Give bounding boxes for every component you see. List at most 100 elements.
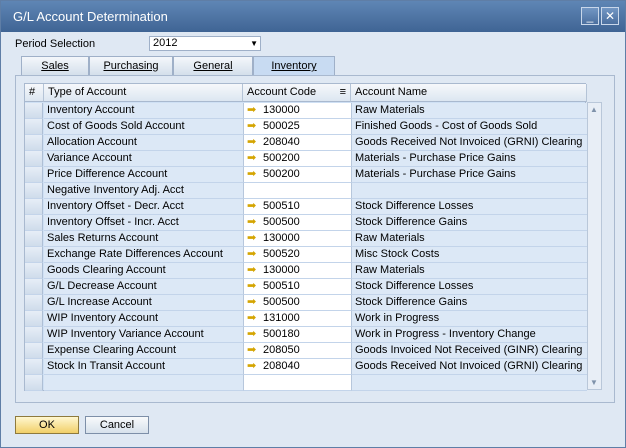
- tab-general[interactable]: General: [173, 56, 253, 75]
- row-number-cell[interactable]: [25, 215, 43, 231]
- type-of-account-cell: G/L Increase Account: [44, 295, 243, 311]
- table-row[interactable]: Exchange Rate Differences Account ➡ 500520…: [25, 247, 587, 263]
- close-icon[interactable]: ✕: [601, 7, 619, 25]
- account-code-cell[interactable]: ➡ 208040: [243, 135, 351, 151]
- account-code-value: 208050: [263, 344, 300, 356]
- column-header-number[interactable]: #: [25, 84, 44, 102]
- link-arrow-icon[interactable]: ➡: [247, 215, 261, 230]
- account-code-value: 500180: [263, 328, 300, 340]
- account-code-cell[interactable]: [243, 375, 351, 391]
- account-code-cell[interactable]: ➡ 130000: [243, 103, 351, 119]
- cancel-button[interactable]: Cancel: [85, 416, 149, 434]
- link-arrow-icon[interactable]: ➡: [247, 119, 261, 134]
- row-number-cell[interactable]: [25, 311, 43, 327]
- table-row[interactable]: Price Difference Account ➡ 500200 Materials…: [25, 167, 587, 183]
- type-of-account-cell: [44, 375, 243, 391]
- scroll-up-icon[interactable]: ▲: [590, 105, 598, 114]
- table-row[interactable]: G/L Decrease Account ➡ 500510 Stock Differe…: [25, 279, 587, 295]
- ok-button[interactable]: OK: [15, 416, 79, 434]
- account-code-cell[interactable]: ➡ 500510: [243, 199, 351, 215]
- account-name-cell: Raw Materials: [351, 263, 587, 279]
- row-number-cell[interactable]: [25, 263, 43, 279]
- link-arrow-icon[interactable]: ➡: [247, 279, 261, 294]
- vertical-scrollbar[interactable]: ▲ ▼: [587, 102, 602, 390]
- tab-sales[interactable]: Sales: [21, 56, 89, 75]
- row-number-cell[interactable]: [25, 135, 43, 151]
- chevron-down-icon: ▼: [250, 39, 258, 48]
- link-arrow-icon[interactable]: ➡: [247, 135, 261, 150]
- link-arrow-icon[interactable]: ➡: [247, 199, 261, 214]
- account-code-cell[interactable]: ➡ 208040: [243, 359, 351, 375]
- account-code-cell[interactable]: ➡ 500025: [243, 119, 351, 135]
- table-row[interactable]: Inventory Offset - Decr. Acct ➡ 500510 Stoc…: [25, 199, 587, 215]
- row-number-cell[interactable]: [25, 231, 43, 247]
- table-row[interactable]: Allocation Account ➡ 208040 Goods Received …: [25, 135, 587, 151]
- scroll-down-icon[interactable]: ▼: [590, 378, 598, 387]
- table-row[interactable]: WIP Inventory Account ➡ 131000 Work in Prog…: [25, 311, 587, 327]
- row-number-cell[interactable]: [25, 375, 43, 391]
- row-number-cell[interactable]: [25, 199, 43, 215]
- period-selection-dropdown[interactable]: 2012 ▼: [149, 36, 261, 51]
- link-arrow-icon[interactable]: ➡: [247, 343, 261, 358]
- type-of-account-cell: Negative Inventory Adj. Acct: [44, 183, 243, 199]
- minimize-icon[interactable]: _: [581, 7, 599, 25]
- account-code-cell[interactable]: [243, 183, 351, 199]
- link-arrow-icon[interactable]: ➡: [247, 103, 261, 118]
- account-code-cell[interactable]: ➡ 500200: [243, 167, 351, 183]
- row-number-cell[interactable]: [25, 167, 43, 183]
- row-number-cell[interactable]: [25, 183, 43, 199]
- table-row[interactable]: WIP Inventory Variance Account ➡ 500180 Wor…: [25, 327, 587, 343]
- row-number-cell[interactable]: [25, 343, 43, 359]
- type-of-account-cell: Goods Clearing Account: [44, 263, 243, 279]
- link-arrow-icon[interactable]: ➡: [247, 295, 261, 310]
- link-arrow-icon[interactable]: ➡: [247, 167, 261, 182]
- table-row[interactable]: Stock In Transit Account ➡ 208040 Goods Rec…: [25, 359, 587, 375]
- account-code-cell[interactable]: ➡ 500520: [243, 247, 351, 263]
- row-number-cell[interactable]: [25, 359, 43, 375]
- table-row[interactable]: Variance Account ➡ 500200 Materials - Purch…: [25, 151, 587, 167]
- table-row[interactable]: [25, 375, 587, 391]
- account-code-cell[interactable]: ➡ 500500: [243, 295, 351, 311]
- table-row[interactable]: Negative Inventory Adj. Acct: [25, 183, 587, 199]
- account-code-cell[interactable]: ➡ 130000: [243, 231, 351, 247]
- link-arrow-icon[interactable]: ➡: [247, 327, 261, 342]
- table-row[interactable]: Goods Clearing Account ➡ 130000 Raw Materia…: [25, 263, 587, 279]
- account-name-cell: Goods Received Not Invoiced (GRNI) Clear…: [351, 359, 587, 375]
- table-row[interactable]: Expense Clearing Account ➡ 208050 Goods Inv…: [25, 343, 587, 359]
- link-arrow-icon[interactable]: ➡: [247, 359, 261, 374]
- row-number-cell[interactable]: [25, 295, 43, 311]
- column-header-type[interactable]: Type of Account: [44, 84, 243, 102]
- table-row[interactable]: Inventory Account ➡ 130000 Raw Materials: [25, 103, 587, 119]
- account-code-cell[interactable]: ➡ 208050: [243, 343, 351, 359]
- account-code-cell[interactable]: ➡ 500180: [243, 327, 351, 343]
- row-number-cell[interactable]: [25, 151, 43, 167]
- link-arrow-icon[interactable]: ➡: [247, 311, 261, 326]
- table-row[interactable]: Inventory Offset - Incr. Acct ➡ 500500 Stoc…: [25, 215, 587, 231]
- row-number-cell[interactable]: [25, 119, 43, 135]
- account-code-cell[interactable]: ➡ 500510: [243, 279, 351, 295]
- row-number-cell[interactable]: [25, 327, 43, 343]
- tab-purchasing[interactable]: Purchasing: [89, 56, 173, 75]
- row-number-cell[interactable]: [25, 247, 43, 263]
- account-code-cell[interactable]: ➡ 131000: [243, 311, 351, 327]
- account-name-cell: Raw Materials: [351, 103, 587, 119]
- account-name-cell: Goods Invoiced Not Received (GINR) Clear…: [351, 343, 587, 359]
- column-header-account-code[interactable]: Account Code ≡: [243, 84, 351, 102]
- row-number-cell[interactable]: [25, 103, 43, 119]
- account-code-cell[interactable]: ➡ 130000: [243, 263, 351, 279]
- account-code-value: 500500: [263, 216, 300, 228]
- row-number-cell[interactable]: [25, 279, 43, 295]
- link-arrow-icon[interactable]: ➡: [247, 247, 261, 262]
- table-row[interactable]: G/L Increase Account ➡ 500500 Stock Differe…: [25, 295, 587, 311]
- title-bar[interactable]: G/L Account Determination _ ✕: [1, 1, 625, 32]
- link-arrow-icon[interactable]: ➡: [247, 231, 261, 246]
- link-arrow-icon[interactable]: ➡: [247, 263, 261, 278]
- table-row[interactable]: Cost of Goods Sold Account ➡ 500025 Finishe…: [25, 119, 587, 135]
- column-header-account-name[interactable]: Account Name: [351, 84, 587, 102]
- table-row[interactable]: Sales Returns Account ➡ 130000 Raw Material…: [25, 231, 587, 247]
- account-code-cell[interactable]: ➡ 500200: [243, 151, 351, 167]
- tab-inventory[interactable]: Inventory: [253, 56, 335, 75]
- link-arrow-icon[interactable]: ➡: [247, 151, 261, 166]
- column-menu-icon[interactable]: ≡: [340, 84, 346, 101]
- account-code-cell[interactable]: ➡ 500500: [243, 215, 351, 231]
